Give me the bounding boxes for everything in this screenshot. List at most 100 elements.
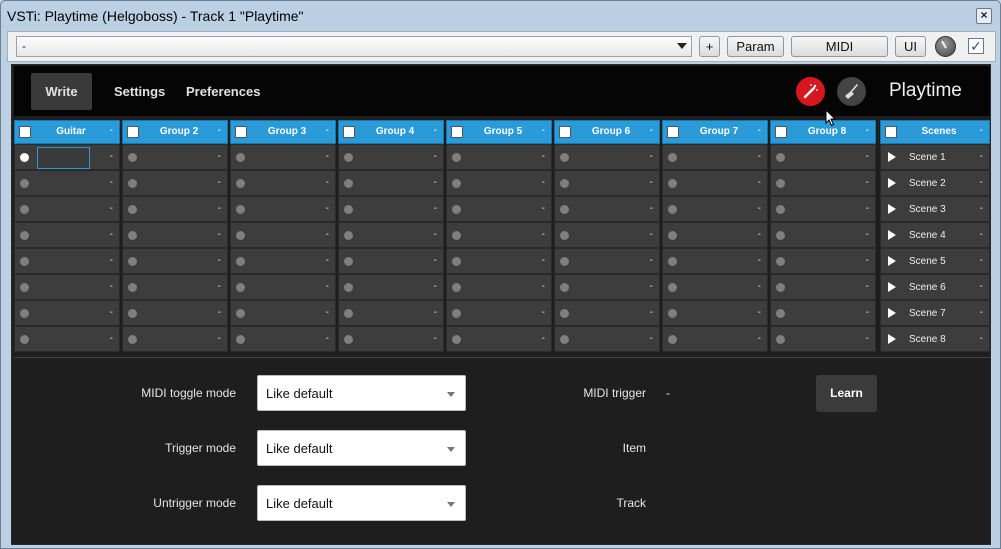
slot-menu[interactable]: - (218, 255, 221, 266)
clip-slot[interactable]: - (338, 170, 444, 196)
clip-slot[interactable]: - (554, 248, 660, 274)
column-header[interactable]: Group 5 - (446, 120, 552, 144)
slot-menu[interactable]: - (542, 203, 545, 214)
slot-menu[interactable]: - (650, 203, 653, 214)
slot-menu[interactable]: - (218, 177, 221, 188)
clip-slot[interactable]: - (662, 326, 768, 352)
clip-slot[interactable]: - (14, 222, 120, 248)
learn-button[interactable]: Learn (816, 375, 877, 412)
scene-row[interactable]: Scene 6 - (880, 274, 990, 300)
clip-slot[interactable]: - (14, 248, 120, 274)
clip-slot[interactable]: - (122, 300, 228, 326)
clip-slot[interactable]: - (14, 274, 120, 300)
clip-slot[interactable]: - (446, 196, 552, 222)
clip-slot[interactable]: - (554, 196, 660, 222)
slot-menu[interactable]: - (758, 255, 761, 266)
slot-menu[interactable]: - (650, 255, 653, 266)
clip-slot[interactable]: - (446, 170, 552, 196)
slot-menu[interactable]: - (434, 333, 437, 344)
clip-slot[interactable]: - (14, 326, 120, 352)
clip-slot[interactable]: - (770, 222, 876, 248)
slot-menu[interactable]: - (650, 281, 653, 292)
clip-slot[interactable]: - (230, 222, 336, 248)
scene-menu[interactable]: - (980, 307, 983, 318)
slot-menu[interactable]: - (866, 281, 869, 292)
clip-slot[interactable]: - (338, 144, 444, 170)
column-menu[interactable]: - (542, 125, 545, 136)
slot-menu[interactable]: - (110, 229, 113, 240)
column-checkbox[interactable] (451, 126, 463, 138)
bypass-checkbox[interactable]: ✓ (968, 38, 984, 54)
slot-menu[interactable]: - (326, 255, 329, 266)
scene-menu[interactable]: - (980, 151, 983, 162)
slot-menu[interactable]: - (650, 307, 653, 318)
scene-row[interactable]: Scene 2 - (880, 170, 990, 196)
slot-menu[interactable]: - (542, 307, 545, 318)
clip-slot[interactable]: - (14, 144, 120, 170)
slot-menu[interactable]: - (650, 151, 653, 162)
scene-menu[interactable]: - (980, 177, 983, 188)
clip-slot[interactable]: - (554, 274, 660, 300)
column-header[interactable]: Guitar - (14, 120, 120, 144)
clip-slot[interactable]: - (122, 170, 228, 196)
clip-slot[interactable]: - (770, 326, 876, 352)
clip-slot[interactable]: - (770, 144, 876, 170)
column-header[interactable]: Group 8 - (770, 120, 876, 144)
play-icon[interactable] (888, 256, 896, 266)
clip-slot[interactable]: - (14, 196, 120, 222)
column-checkbox[interactable] (343, 126, 355, 138)
slot-menu[interactable]: - (218, 151, 221, 162)
clip-slot[interactable]: - (770, 300, 876, 326)
untrigger-mode-select[interactable]: Like default (257, 485, 466, 521)
clip-slot[interactable]: - (122, 326, 228, 352)
clip-slot[interactable]: - (770, 170, 876, 196)
slot-menu[interactable]: - (110, 203, 113, 214)
slot-menu[interactable]: - (758, 177, 761, 188)
column-menu[interactable]: - (650, 125, 653, 136)
slot-menu[interactable]: - (110, 281, 113, 292)
column-checkbox[interactable] (19, 126, 31, 138)
slot-menu[interactable]: - (110, 307, 113, 318)
tab-preferences[interactable]: Preferences (174, 73, 272, 110)
column-header[interactable]: Group 4 - (338, 120, 444, 144)
scene-row[interactable]: Scene 4 - (880, 222, 990, 248)
slot-menu[interactable]: - (758, 203, 761, 214)
clip-slot[interactable]: - (338, 196, 444, 222)
slot-menu[interactable]: - (542, 177, 545, 188)
slot-menu[interactable]: - (326, 307, 329, 318)
clip-slot[interactable]: - (14, 300, 120, 326)
column-checkbox[interactable] (559, 126, 571, 138)
scenes-header[interactable]: Scenes - (880, 120, 990, 144)
slot-menu[interactable]: - (866, 307, 869, 318)
slot-menu[interactable]: - (866, 177, 869, 188)
slot-menu[interactable]: - (110, 177, 113, 188)
scene-row[interactable]: Scene 1 - (880, 144, 990, 170)
slot-menu[interactable]: - (758, 333, 761, 344)
clip-slot[interactable]: - (770, 248, 876, 274)
slot-menu[interactable]: - (650, 229, 653, 240)
slot-menu[interactable]: - (326, 281, 329, 292)
clip-slot[interactable]: - (338, 222, 444, 248)
slot-menu[interactable]: - (434, 281, 437, 292)
scenes-checkbox[interactable] (885, 126, 897, 138)
clip-slot[interactable]: - (446, 300, 552, 326)
column-checkbox[interactable] (667, 126, 679, 138)
play-icon[interactable] (888, 308, 896, 318)
scene-row[interactable]: Scene 3 - (880, 196, 990, 222)
slot-menu[interactable]: - (542, 255, 545, 266)
clip-slot[interactable]: - (122, 274, 228, 300)
column-menu[interactable]: - (758, 125, 761, 136)
preset-select[interactable]: - (16, 36, 692, 57)
clip-slot[interactable]: - (662, 170, 768, 196)
slot-menu[interactable]: - (326, 333, 329, 344)
clip-slot[interactable]: - (230, 144, 336, 170)
clip-slot[interactable]: - (338, 274, 444, 300)
scene-menu[interactable]: - (980, 333, 983, 344)
play-icon[interactable] (888, 230, 896, 240)
column-header[interactable]: Group 3 - (230, 120, 336, 144)
clip-slot[interactable]: - (446, 274, 552, 300)
slot-menu[interactable]: - (218, 229, 221, 240)
slot-menu[interactable]: - (326, 203, 329, 214)
clip-slot[interactable]: - (230, 300, 336, 326)
clip-slot[interactable]: - (230, 196, 336, 222)
